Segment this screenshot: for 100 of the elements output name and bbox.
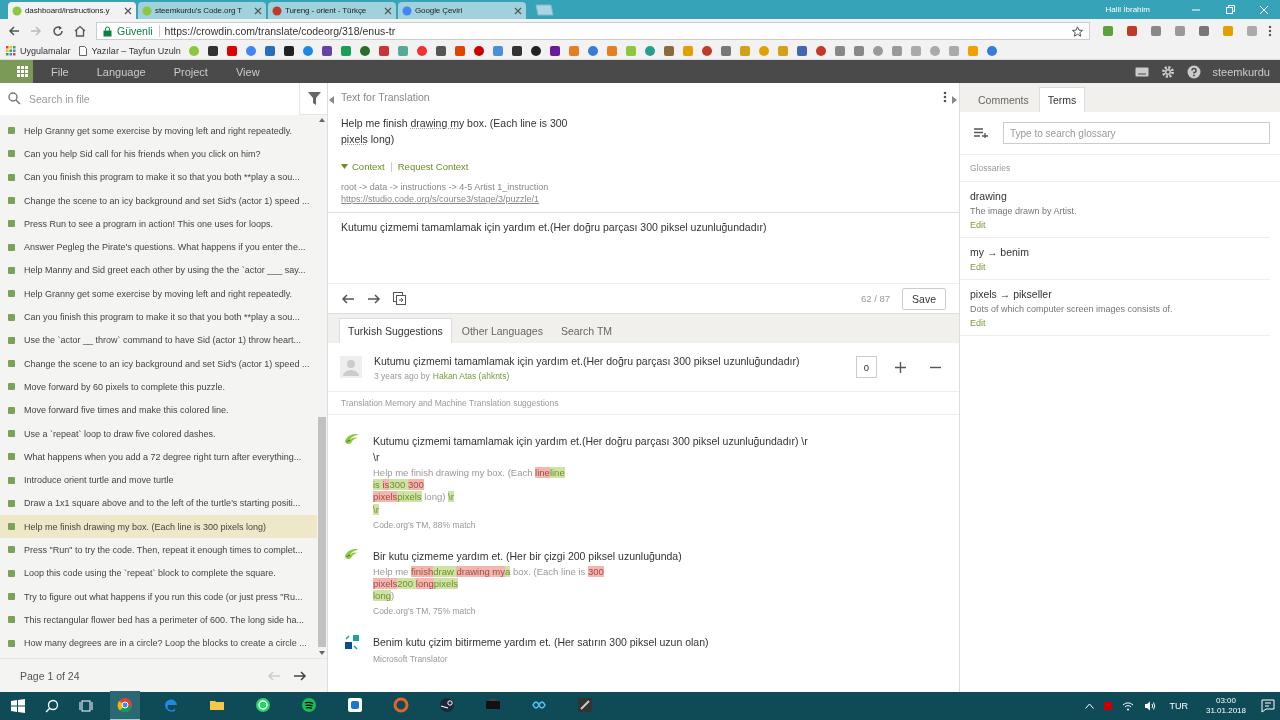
tab[interactable]: Comments	[970, 88, 1037, 112]
add-term-icon[interactable]	[974, 128, 988, 138]
string-item[interactable]: What happens when you add a 72 degree right turn after everything...	[0, 445, 317, 469]
tab[interactable]: Turkish Suggestions	[339, 318, 452, 343]
translation-field[interactable]: Kutumu çizmemi tamamlamak için yardım et.(Her doğru parçası 300 piksel uzunluğundadır)	[328, 213, 959, 283]
tab[interactable]: Other Languages	[453, 319, 551, 343]
clock-date[interactable]: 31.01.2018	[1205, 706, 1246, 716]
string-item[interactable]: Help Granny get some exercise by moving left and right repeatedly.	[0, 282, 317, 306]
string-item[interactable]: Press "Run" to try the code. Then, repeat it enough times to complet...	[0, 538, 317, 562]
wifi-icon[interactable]	[1122, 701, 1135, 711]
author-link[interactable]: Hakan Atas (ahknts)	[432, 371, 510, 381]
chrome-icon[interactable]	[110, 691, 140, 720]
status-icon	[8, 616, 15, 624]
extension-icon[interactable]	[1126, 25, 1138, 37]
reload-icon[interactable]	[52, 25, 64, 37]
extension-icon[interactable]	[1150, 25, 1162, 37]
save-button[interactable]: Save	[902, 287, 946, 310]
string-item[interactable]: How many degrees are in a circle? Loop the blocks to create a circle ...	[0, 631, 317, 655]
notifications-icon[interactable]	[1261, 699, 1275, 713]
string-item[interactable]: Answer Pegleg the Pirate's questions. What happens if you enter the...	[0, 235, 317, 259]
string-item[interactable]: Can you finish this program to make it so that you both **play a sou...	[0, 165, 317, 189]
bookmark-icon[interactable]	[510, 45, 523, 57]
string-item[interactable]: Use a `repeat` loop to draw five colored dashes.	[0, 421, 317, 446]
tab[interactable]: Search TM	[552, 319, 621, 343]
context-link[interactable]: https://studio.code.org/s/course3/stage/3/puzzle/1	[341, 194, 947, 204]
string-item[interactable]: Change the scene to an icy background and set Sid's (actor 1) speed ...	[0, 188, 317, 213]
menu-item[interactable]: View	[221, 65, 274, 78]
clock-time[interactable]: 03:00	[1215, 696, 1236, 706]
copy-source-icon[interactable]	[393, 292, 406, 305]
bookmark-icon[interactable]	[206, 45, 219, 57]
string-item[interactable]: Can you help Sid call for his friends when you click on him?	[0, 142, 317, 166]
keyboard-icon[interactable]	[1134, 66, 1149, 77]
search-field[interactable]: Search in file	[0, 83, 300, 115]
scroll-up-icon	[319, 118, 325, 122]
next-icon[interactable]	[367, 292, 381, 305]
string-item[interactable]: Can you finish this program to make it so that you both **play a sou...	[0, 305, 317, 329]
tab[interactable]: Terms	[1038, 87, 1086, 112]
more-icon[interactable]	[943, 91, 947, 103]
bookmark-icon[interactable]	[529, 45, 542, 57]
menu-item[interactable]: Language	[82, 65, 160, 78]
string-item[interactable]: Draw a 1x1 square above and to the left of the turtle's starting positi...	[0, 491, 317, 516]
close-icon[interactable]	[124, 6, 132, 15]
bookmark[interactable]: Yazılar – Tayfun Uzuln	[77, 46, 181, 56]
extension-icon[interactable]	[1102, 25, 1114, 37]
bookmark-icon[interactable]	[548, 45, 561, 57]
search-field[interactable]: Type to search glossary	[1003, 122, 1270, 144]
filter-icon[interactable]	[308, 92, 321, 105]
string-item[interactable]: Move forward five times and make this colored line.	[0, 398, 317, 422]
browser-tab[interactable]: Google Çeviri	[398, 2, 526, 19]
bookmark-icon[interactable]	[282, 45, 295, 57]
suggestion-item[interactable]: Benim kutu çizim bitirmeme yardım et. (Her satırın 300 piksel uzun olan) Microsoft Translator	[328, 626, 959, 675]
browser-tab[interactable]: Tureng - orient - Türkçe	[268, 2, 396, 19]
string-item[interactable]: Help Granny get some exercise by moving left and right repeatedly.	[0, 119, 317, 143]
string-item[interactable]: Try to figure out what happens if you run this code (or just press "Ru...	[0, 584, 317, 609]
task-view-icon[interactable]	[79, 699, 93, 713]
chevron-up-icon[interactable]	[1085, 703, 1095, 709]
string-item[interactable]: Introduce orient turtle and move turtle	[0, 468, 317, 492]
next-icon[interactable]	[293, 669, 307, 682]
close-icon[interactable]	[384, 6, 392, 15]
suggestion-item[interactable]: Bir kutu çizmeme yardım et. (Her bir çizgi 200 piksel uzunluğunda) Help me finishdraw drawing mya box. (Each line is 300 pixels200 longpixels long) Code.org's TM, 75% match	[328, 539, 959, 627]
menu-item[interactable]: Project	[159, 65, 222, 78]
extension-icon[interactable]	[1174, 25, 1186, 37]
close-icon[interactable]	[514, 6, 522, 15]
bookmark-icon[interactable]	[434, 45, 447, 57]
star-icon[interactable]	[1072, 25, 1083, 37]
request-context-link[interactable]: Request Context	[397, 161, 469, 172]
volume-icon[interactable]	[1144, 701, 1157, 711]
bookmark-icon[interactable]	[320, 45, 333, 57]
previous-icon[interactable]	[341, 292, 355, 305]
string-item[interactable]: Change the scene to an icy background and set Sid's (actor 1) speed ...	[0, 351, 317, 376]
extension-icon[interactable]	[1198, 25, 1210, 37]
user-name[interactable]: steemkurdu	[1212, 65, 1270, 78]
restore-icon[interactable]	[1225, 4, 1235, 15]
apps-button[interactable]	[0, 60, 33, 83]
back-icon[interactable]	[8, 25, 20, 37]
address-field[interactable]: Güvenli https://crowdin.com/translate/codeorg/318/enus-tr	[96, 22, 1090, 40]
home-icon[interactable]	[74, 25, 86, 37]
browser-tab[interactable]: dashboard/instructions.y	[8, 2, 136, 19]
plus-icon[interactable]	[895, 361, 906, 373]
menu-icon[interactable]	[1268, 25, 1272, 37]
language-indicator[interactable]: TUR	[1169, 701, 1188, 711]
menu-item[interactable]: File	[37, 65, 83, 78]
string-item[interactable]: Use the `actor __ throw` command to have Sid (actor 1) throw heart...	[0, 328, 317, 352]
context-toggle[interactable]: Context	[341, 161, 385, 172]
string-item[interactable]: Help me finish drawing my box. (Each line is 300 pixels long)	[0, 515, 317, 539]
string-item[interactable]: Move forward by 60 pixels to complete this puzzle.	[0, 375, 317, 399]
help-icon[interactable]	[1186, 64, 1201, 79]
string-item[interactable]: Help Manny and Sid greet each other by using the the `actor ___ say...	[0, 258, 317, 283]
close-icon[interactable]	[254, 6, 262, 15]
status-icon	[8, 360, 15, 368]
bookmark[interactable]: Uygulamalar	[6, 46, 71, 56]
search-icon[interactable]	[45, 699, 59, 713]
string-item[interactable]: Press Run to see a program in action! This one uses for loops.	[0, 212, 317, 236]
collapse-right-icon[interactable]	[952, 96, 957, 104]
status-icon	[8, 569, 15, 577]
windows-icon[interactable]	[11, 699, 25, 713]
string-item[interactable]: This rectangular flower bed has a perimeter of 600. The long side ha...	[0, 608, 317, 632]
browser-tab[interactable]: steemkurdu's Code.org T	[138, 2, 266, 19]
string-item[interactable]: Loop this code using the `repeat` block to complete the square.	[0, 561, 317, 585]
settings-icon[interactable]	[1160, 64, 1175, 79]
